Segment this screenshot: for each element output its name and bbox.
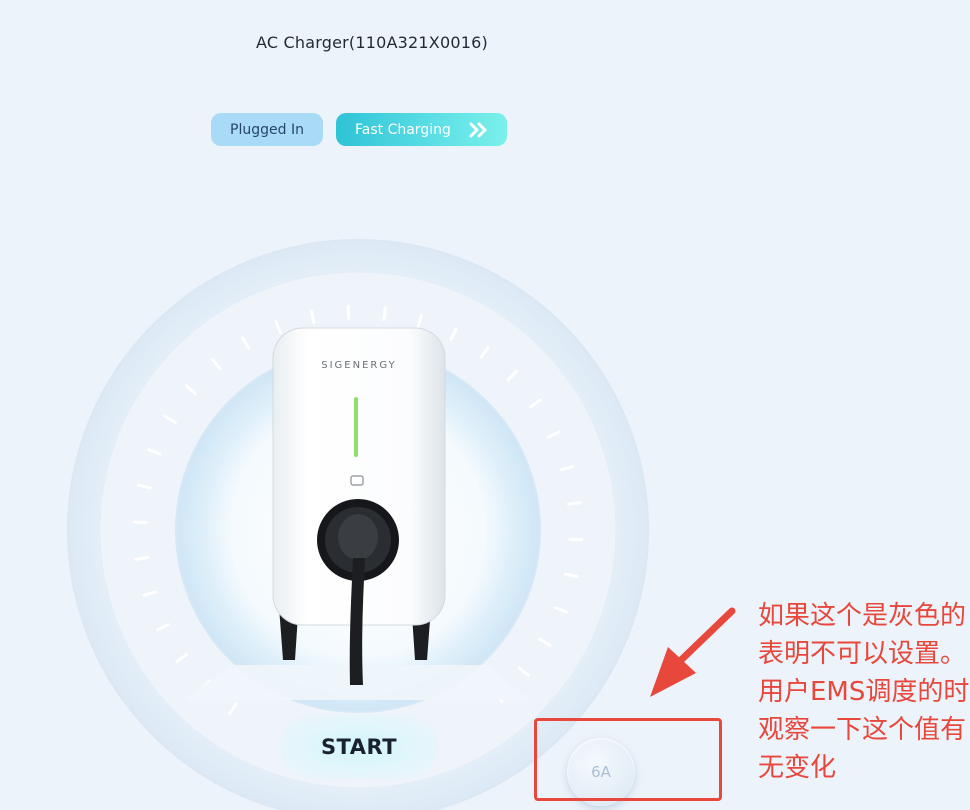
charging-led (354, 397, 358, 457)
annotation-line: 用户EMS调度的时 (758, 677, 970, 707)
charger-image: SIGENERGY (272, 327, 446, 685)
annotation-note: 如果这个是灰色的 表明不可以设置。 用户EMS调度的时 观察一下这个值有 无变化 (758, 597, 970, 787)
gauge-tick (568, 537, 584, 542)
gauge-tick (134, 556, 150, 561)
brand-logo: SIGENERGY (321, 360, 396, 371)
annotation-line: 表明不可以设置。 (758, 639, 967, 669)
gauge-tick (566, 501, 582, 506)
annotation-line: 如果这个是灰色的 (758, 601, 967, 631)
annotation-highlight-box (534, 718, 722, 801)
annotation-line: 无变化 (758, 753, 837, 783)
start-button[interactable]: START (280, 715, 438, 779)
annotation-arrow-icon (650, 607, 736, 697)
annotation-line: 观察一下这个值有 (758, 715, 967, 745)
